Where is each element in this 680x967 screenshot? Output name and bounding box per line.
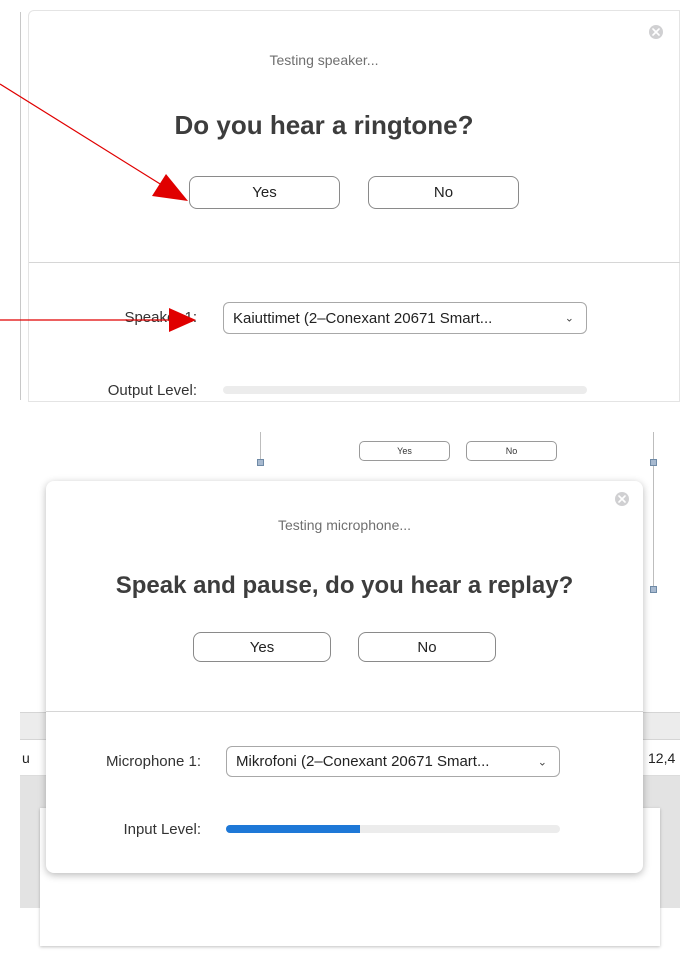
arrow-head	[152, 174, 188, 201]
arrow-line	[0, 83, 166, 188]
arrow-head	[169, 308, 196, 332]
annotation-arrows	[0, 83, 196, 332]
